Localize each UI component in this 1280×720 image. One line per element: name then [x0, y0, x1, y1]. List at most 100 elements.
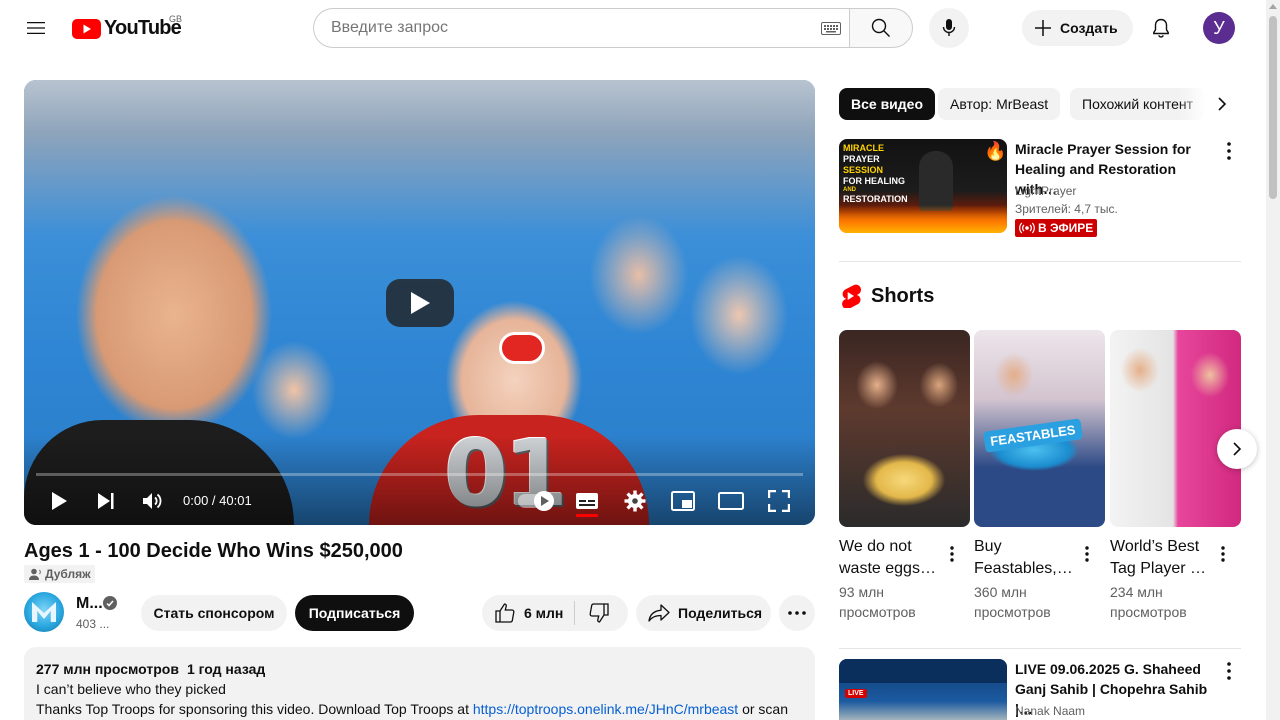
more-vertical-icon — [1085, 546, 1089, 562]
mrbeast-logo-icon — [32, 602, 56, 622]
channel-name[interactable]: LightPrayer — [1015, 184, 1076, 198]
description-link[interactable]: https://toptroops.onelink.me/JHnC/mrbeas… — [473, 701, 738, 717]
video-menu-button[interactable] — [1219, 659, 1239, 683]
country-code: GB — [169, 14, 183, 24]
short-title[interactable]: World’s Best — [1110, 536, 1214, 558]
search-button[interactable] — [849, 8, 913, 48]
keyboard-icon[interactable] — [821, 21, 841, 35]
guide-menu-button[interactable] — [16, 8, 56, 48]
shorts-heading: Shorts — [871, 284, 935, 307]
scroll-up-arrow-icon[interactable] — [1269, 4, 1277, 9]
description-box[interactable]: 277 млн просмотров 1 год назад I can’t be… — [24, 647, 815, 720]
progress-bar[interactable] — [36, 473, 803, 476]
play-icon — [411, 292, 430, 314]
like-count: 6 млн — [524, 605, 564, 621]
channel-name[interactable]: M... — [76, 595, 103, 613]
short-item[interactable]: We do not waste eggs… 93 млн просмотров — [839, 330, 970, 620]
subscribe-button[interactable]: Подписаться — [295, 595, 414, 631]
dubbing-label: Дубляж — [45, 567, 91, 581]
theater-mode-button[interactable] — [715, 485, 747, 517]
scroll-thumb[interactable] — [1269, 16, 1277, 199]
play-icon — [540, 496, 549, 506]
chips-next-button[interactable] — [1179, 88, 1241, 120]
short-views-label: просмотров — [1110, 604, 1187, 620]
short-title[interactable]: Buy — [974, 536, 1078, 558]
create-label: Создать — [1060, 20, 1118, 36]
thumbnail-decoration — [839, 659, 1007, 683]
view-info: 277 млн просмотров 1 год назад — [36, 659, 803, 679]
thumbnail-label: FEASTABLES — [983, 418, 1083, 453]
thumbnail-live-tag: LIVE — [845, 689, 867, 698]
thumbnail-text-line: RESTORATION — [843, 194, 908, 204]
short-title[interactable]: waste eggs… — [839, 558, 943, 580]
short-item[interactable]: World’s Best Tag Player … 234 млн просмот… — [1110, 330, 1241, 620]
subtitles-button[interactable] — [571, 485, 603, 517]
hamburger-icon — [27, 22, 45, 34]
chip-all-videos[interactable]: Все видео — [839, 88, 936, 120]
more-actions-button[interactable] — [779, 595, 815, 631]
shorts-next-button[interactable] — [1217, 429, 1257, 469]
short-item[interactable]: FEASTABLES Buy Feastables,… 360 млн просм… — [974, 330, 1105, 620]
channel-name[interactable]: Nanak Naam — [1015, 704, 1085, 718]
live-broadcast-icon — [1019, 222, 1035, 234]
short-menu-button[interactable] — [943, 542, 961, 566]
play-button[interactable] — [42, 485, 76, 517]
live-badge: В ЭФИРЕ — [1015, 219, 1098, 237]
verified-badge-icon — [103, 596, 117, 610]
dubbing-badge: Дубляж — [24, 565, 95, 583]
youtube-logo[interactable]: YouTube GB — [72, 14, 183, 40]
description-line: I can’t believe who they picked — [36, 681, 226, 697]
account-avatar[interactable]: У — [1203, 12, 1235, 44]
settings-button[interactable] — [619, 485, 651, 517]
dislike-button[interactable] — [588, 602, 610, 627]
short-title[interactable]: Feastables,… — [974, 558, 1078, 580]
short-thumbnail: FEASTABLES — [974, 330, 1105, 527]
short-title[interactable]: Tag Player … — [1110, 558, 1214, 580]
more-vertical-icon — [1227, 662, 1231, 680]
short-views-count: 93 млн — [839, 584, 884, 600]
thumbs-down-icon — [589, 603, 609, 623]
view-count: 277 млн просмотров — [36, 661, 179, 677]
voice-search-button[interactable] — [929, 8, 969, 48]
short-views: 93 млн просмотров — [839, 582, 916, 622]
recommended-video[interactable]: LIVE LIVE 09.06.2025 G. Shaheed Ganj Sah… — [839, 659, 1241, 720]
search-box — [313, 8, 849, 48]
autoplay-toggle[interactable] — [518, 491, 554, 511]
short-views: 360 млн просмотров — [974, 582, 1051, 622]
thumbnail-text-line: PRAYER — [843, 154, 880, 164]
channel-avatar[interactable] — [24, 592, 64, 632]
video-thumbnail: LIVE — [839, 659, 1007, 720]
short-views-label: просмотров — [839, 604, 916, 620]
video-menu-button[interactable] — [1219, 139, 1239, 163]
next-button[interactable] — [90, 485, 122, 517]
video-title: Ages 1 - 100 Decide Who Wins $250,000 — [24, 540, 403, 562]
short-title[interactable]: We do not — [839, 536, 943, 558]
time-display: 0:00 / 40:01 — [183, 493, 252, 508]
chevron-right-icon — [1233, 442, 1242, 456]
large-play-button[interactable] — [386, 279, 454, 327]
short-views: 234 млн просмотров — [1110, 582, 1187, 622]
masthead: YouTube GB Создать У — [0, 0, 1266, 56]
short-menu-button[interactable] — [1214, 542, 1232, 566]
notifications-button[interactable] — [1141, 8, 1181, 48]
filter-chips: Все видео Автор: MrBeast Похожий контент — [839, 88, 1241, 120]
page-scrollbar[interactable] — [1266, 0, 1280, 720]
short-menu-button[interactable] — [1078, 542, 1096, 566]
thumbnail-decoration — [851, 699, 911, 720]
search-input[interactable] — [331, 19, 821, 37]
like-divider — [574, 601, 575, 625]
video-player[interactable]: 01 0:00 / 40:01 — [24, 80, 815, 525]
chip-author[interactable]: Автор: MrBeast — [938, 88, 1061, 120]
mute-button[interactable] — [137, 485, 169, 517]
join-button[interactable]: Стать спонсором — [141, 595, 287, 631]
publish-date: 1 год назад — [186, 661, 266, 677]
description-text: Thanks Top Troops for sponsoring this vi… — [36, 701, 473, 717]
create-button[interactable]: Создать — [1022, 10, 1133, 46]
short-views-count: 234 млн — [1110, 584, 1163, 600]
fullscreen-button[interactable] — [763, 485, 795, 517]
recommended-video[interactable]: 🔥 MIRACLE PRAYER SESSION FOR HEALING AND… — [839, 139, 1241, 237]
share-button[interactable]: Поделиться — [636, 595, 771, 631]
viewer-count: Зрителей: 4,7 тыс. — [1015, 202, 1118, 216]
like-button[interactable]: 6 млн — [494, 602, 563, 624]
miniplayer-button[interactable] — [667, 485, 699, 517]
